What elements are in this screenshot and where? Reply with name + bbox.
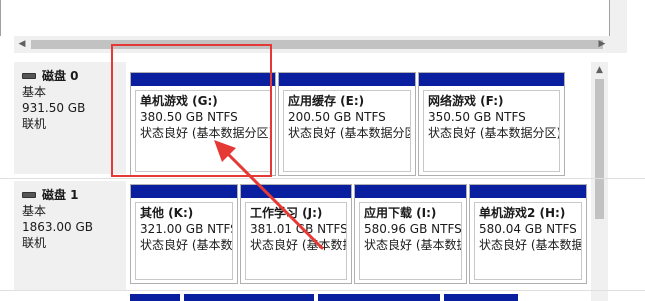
partition-status: 状态良好 (基本数据 [479,238,582,252]
partition-label: 单机游戏 (G:) [140,94,218,108]
partition-size: 580.96 GB NTFS [364,222,462,236]
scroll-up-arrow-icon[interactable]: ▲ [591,62,608,79]
partition-label: 工作学习 (J:) [250,206,323,220]
disk-icon [22,73,36,79]
partition-label: 单机游戏2 (H:) [479,206,566,220]
disk-separator [0,178,645,179]
disk-0-type: 基本 [22,85,47,99]
disk-1-name: 磁盘 1 [42,188,79,202]
partition-status: 状态良好 (基本数据分区) [288,126,411,140]
disk-1-name-row: 磁盘 1 [22,187,126,203]
partition-band [355,185,466,198]
partition-band [470,185,586,198]
partition-label: 其他 (K:) [140,206,194,220]
horizontal-scroll-thumb[interactable] [31,40,603,49]
partition-size: 200.50 GB NTFS [288,110,386,124]
partition-size: 380.50 GB NTFS [140,110,238,124]
partition-band [131,185,237,198]
volume-list-scrollbar[interactable] [610,0,627,53]
partition-body: 应用缓存 (E:) 200.50 GB NTFS 状态良好 (基本数据分区) [283,90,411,172]
partition-size: 580.04 GB NTFS [479,222,577,236]
partition-size: 381.01 GB NTFS [250,222,347,236]
partition-status: 状态良好 (基本数据分区) [428,126,560,140]
partition-status: 状态良好 (基本数据 [140,238,233,252]
disk-0-size: 931.50 GB [22,101,86,115]
partition-status: 状态良好 (基本数据分区) [140,126,271,140]
disk-0-header[interactable]: 磁盘 0 基本 931.50 GB 联机 [14,62,126,174]
partition-label: 应用缓存 (E:) [288,94,365,108]
scroll-right-arrow-icon[interactable]: ▶ [594,36,610,53]
partition-size: 321.00 GB NTFS [140,222,233,236]
partition-h[interactable]: 单机游戏2 (H:) 580.04 GB NTFS 状态良好 (基本数据 [469,184,587,284]
volume-list-pane [0,0,610,36]
partition-band [318,294,440,301]
scroll-left-arrow-icon[interactable]: ◀ [14,36,30,53]
vertical-scroll-thumb[interactable] [595,79,604,219]
partition-body: 单机游戏2 (H:) 580.04 GB NTFS 状态良好 (基本数据 [474,202,582,280]
partition-body: 其他 (K:) 321.00 GB NTFS 状态良好 (基本数据 [135,202,233,280]
disk-0-name: 磁盘 0 [42,69,79,83]
partition-body: 工作学习 (J:) 381.01 GB NTFS 状态良好 (基本数据 [245,202,347,280]
partition-status: 状态良好 (基本数据 [250,238,347,252]
partition-band [444,294,518,301]
partition-k[interactable]: 其他 (K:) 321.00 GB NTFS 状态良好 (基本数据 [130,184,238,284]
partition-body: 网络游戏 (F:) 350.50 GB NTFS 状态良好 (基本数据分区) [423,90,560,172]
partition-g[interactable]: 单机游戏 (G:) 380.50 GB NTFS 状态良好 (基本数据分区) [130,72,276,176]
vertical-scrollbar[interactable]: ▲ [591,62,608,301]
partition-band [184,294,314,301]
disk-icon [22,192,36,198]
partition-band [241,185,351,198]
partition-f[interactable]: 网络游戏 (F:) 350.50 GB NTFS 状态良好 (基本数据分区) [418,72,565,176]
partition-status: 状态良好 (基本数据 [364,238,462,252]
horizontal-scrollbar[interactable]: ◀ ▶ [14,36,610,53]
partition-band [131,73,275,86]
partition-e[interactable]: 应用缓存 (E:) 200.50 GB NTFS 状态良好 (基本数据分区) [278,72,416,176]
disk-0-status: 联机 [22,117,47,131]
disk-0-name-row: 磁盘 0 [22,68,126,84]
disk-1-header[interactable]: 磁盘 1 基本 1863.00 GB 联机 [14,181,126,291]
partition-label: 网络游戏 (F:) [428,94,504,108]
disk-1-status: 联机 [22,236,47,250]
partition-body: 单机游戏 (G:) 380.50 GB NTFS 状态良好 (基本数据分区) [135,90,271,172]
partition-i[interactable]: 应用下载 (I:) 580.96 GB NTFS 状态良好 (基本数据 [354,184,467,284]
partition-size: 350.50 GB NTFS [428,110,526,124]
partition-body: 应用下载 (I:) 580.96 GB NTFS 状态良好 (基本数据 [359,202,462,280]
disk-1-size: 1863.00 GB [22,220,93,234]
partition-band [130,294,180,301]
disk-separator [0,290,645,291]
disk-1-type: 基本 [22,204,47,218]
partition-label: 应用下载 (I:) [364,206,437,220]
partition-band [419,73,564,86]
partition-j[interactable]: 工作学习 (J:) 381.01 GB NTFS 状态良好 (基本数据 [240,184,352,284]
partition-band [279,73,415,86]
